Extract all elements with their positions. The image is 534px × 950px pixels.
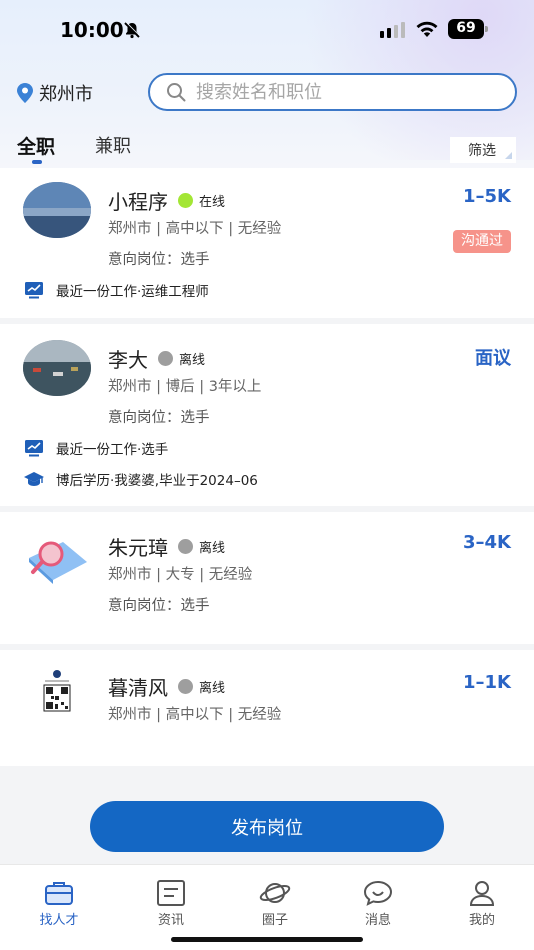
news-icon: [157, 880, 185, 906]
nav-label: 找人才: [39, 913, 79, 928]
wifi-icon: [416, 21, 438, 37]
home-indicator: [171, 937, 363, 942]
candidate-name: 李大: [108, 348, 148, 372]
last-job-text: 最近一份工作·运维工程师: [56, 284, 209, 300]
status-text: 离线: [199, 681, 226, 696]
status-text: 离线: [179, 353, 206, 368]
avatar-landscape-icon: [23, 182, 91, 238]
name-row: 暮清风 离线: [108, 672, 225, 701]
tab-parttime[interactable]: 兼职: [95, 132, 131, 158]
education-text: 博后学历·我婆婆,毕业于2024–06: [56, 473, 258, 489]
work-chart-icon: [25, 440, 43, 457]
status-text: 离线: [199, 541, 226, 556]
avatar: [23, 182, 91, 238]
nav-item-messages[interactable]: 消息: [343, 879, 413, 928]
intended-position: 意向岗位：选手: [108, 598, 210, 614]
salary: 1–5K: [463, 186, 511, 207]
candidate-meta: 郑州市 | 博后 | 3年以上: [108, 379, 262, 395]
avatar: [23, 340, 91, 396]
avatar-harbor-icon: [23, 340, 91, 396]
intended-position: 意向岗位：选手: [108, 410, 210, 426]
battery-icon: 69: [448, 19, 488, 39]
candidate-name: 小程序: [108, 190, 168, 214]
status-time: 10:00: [60, 18, 124, 42]
chat-icon: [363, 880, 393, 906]
city-label: 郑州市: [39, 84, 93, 105]
candidate-meta: 郑州市 | 高中以下 | 无经验: [108, 221, 282, 237]
nav-label: 我的: [468, 913, 495, 928]
signal-icon: [380, 22, 405, 38]
offline-status-dot: [178, 539, 193, 554]
tab-active-indicator: [32, 160, 42, 164]
candidate-name: 暮清风: [108, 676, 168, 700]
nav-item-news[interactable]: 资讯: [136, 879, 206, 928]
offline-status-dot: [158, 351, 173, 366]
offline-status-dot: [178, 679, 193, 694]
salary: 面议: [475, 348, 511, 369]
nav-item-profile[interactable]: 我的: [447, 879, 517, 928]
filter-corner-icon: [505, 152, 512, 159]
last-job-line: 最近一份工作·运维工程师: [24, 280, 209, 300]
candidate-card[interactable]: 李大 离线 面议 郑州市 | 博后 | 3年以上 意向岗位：选手 最近一份工作·…: [0, 324, 534, 506]
candidate-name: 朱元璋: [108, 536, 168, 560]
contacted-badge: 沟通过: [453, 230, 511, 253]
location-pin-icon: [17, 83, 33, 103]
publish-job-button[interactable]: 发布岗位: [90, 801, 444, 852]
candidate-meta: 郑州市 | 大专 | 无经验: [108, 567, 253, 583]
planet-icon: [259, 883, 291, 903]
briefcase-icon: [45, 882, 73, 905]
search-bar[interactable]: [148, 73, 517, 111]
search-input[interactable]: [196, 81, 496, 103]
avatar-qrcode-icon: [43, 670, 71, 712]
candidate-card[interactable]: 朱元璋 离线 3–4K 郑州市 | 大专 | 无经验 意向岗位：选手: [0, 512, 534, 644]
name-row: 李大 离线: [108, 344, 205, 373]
avatar: [23, 528, 91, 584]
name-row: 朱元璋 离线: [108, 532, 225, 561]
city-selector[interactable]: 郑州市: [17, 80, 93, 106]
candidate-meta: 郑州市 | 高中以下 | 无经验: [108, 707, 282, 723]
nav-item-circle[interactable]: 圈子: [240, 879, 310, 928]
filter-button[interactable]: 筛选: [450, 137, 516, 163]
candidate-card[interactable]: 暮清风 离线 1–1K 郑州市 | 高中以下 | 无经验: [0, 650, 534, 766]
filter-label: 筛选: [468, 143, 496, 159]
last-job-text: 最近一份工作·选手: [56, 442, 169, 458]
work-chart-icon: [25, 282, 43, 299]
avatar-magnifier-icon: [29, 541, 87, 584]
graduation-cap-icon: [24, 472, 44, 486]
battery-level: 69: [456, 20, 476, 36]
nav-item-find-talent[interactable]: 找人才: [24, 879, 94, 928]
nav-label: 资讯: [157, 913, 184, 928]
candidate-card[interactable]: 小程序 在线 1–5K 郑州市 | 高中以下 | 无经验 沟通过 意向岗位：选手…: [0, 168, 534, 318]
intended-position: 意向岗位：选手: [108, 252, 210, 268]
search-icon: [167, 83, 186, 102]
status-bar: 10:00 69: [0, 0, 534, 60]
education-line: 博后学历·我婆婆,毕业于2024–06: [24, 469, 258, 489]
last-job-line: 最近一份工作·选手: [24, 438, 168, 458]
online-status-dot: [178, 193, 193, 208]
nav-label: 圈子: [261, 913, 288, 928]
avatar: [23, 666, 91, 722]
salary: 3–4K: [463, 532, 511, 553]
tab-fulltime[interactable]: 全职: [17, 132, 55, 159]
name-row: 小程序 在线: [108, 186, 225, 215]
status-text: 在线: [199, 195, 226, 210]
user-icon: [469, 881, 495, 906]
salary: 1–1K: [463, 672, 511, 693]
bell-muted-icon: [124, 21, 141, 39]
nav-label: 消息: [364, 913, 391, 928]
